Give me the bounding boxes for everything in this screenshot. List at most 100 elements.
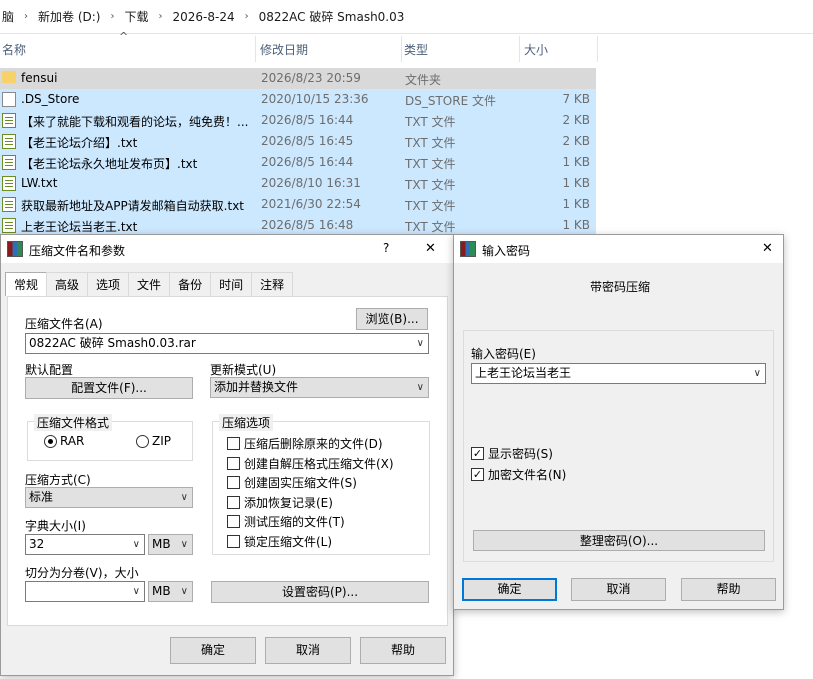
password-cancel-button[interactable]: 取消 xyxy=(571,578,666,601)
file-size: 1 KB xyxy=(562,197,590,211)
file-row[interactable]: fensui 2026/8/23 20:59 文件夹 xyxy=(0,68,596,89)
password-group: 输入密码(E) 上老王论坛当老王 ∨ ✓ 显示密码(S) ✓ 加密文件名(N) … xyxy=(463,330,774,562)
file-list: fensui 2026/8/23 20:59 文件夹 .DS_Store 2020/10… xyxy=(0,68,596,236)
file-row[interactable]: 获取最新地址及APP请发邮箱自动获取.txt 2021/6/30 22:54 TXT… xyxy=(0,194,596,215)
tab-options[interactable]: 选项 xyxy=(87,272,130,296)
password-ok-button[interactable]: 确定 xyxy=(462,578,557,601)
file-row[interactable]: 【来了就能下载和观看的论坛，纯免费！... 2026/8/5 16:44 TXT 文… xyxy=(0,110,596,131)
archive-option-checkbox[interactable]: 创建固实压缩文件(S) xyxy=(227,474,357,491)
file-row[interactable]: 【老王论坛永久地址发布页】.txt 2026/8/5 16:44 TXT 文件 1 K… xyxy=(0,152,596,173)
format-zip-radio[interactable]: ZIP xyxy=(136,434,171,448)
chevron-down-icon: ∨ xyxy=(753,368,761,379)
dictionary-size-label: 字典大小(I) xyxy=(25,519,86,533)
password-help-button[interactable]: 帮助 xyxy=(681,578,776,601)
column-header-date[interactable]: 修改日期 xyxy=(258,36,402,62)
file-row[interactable]: LW.txt 2026/8/10 16:31 TXT 文件 1 KB xyxy=(0,173,596,194)
archive-name-value: 0822AC 破碎 Smash0.03.rar xyxy=(29,336,196,350)
tab-advanced[interactable]: 高级 xyxy=(46,272,89,296)
dictionary-unit-value: MB xyxy=(152,537,171,551)
compression-method-select[interactable]: 标准 ∨ xyxy=(25,487,193,508)
file-type: TXT 文件 xyxy=(405,136,456,150)
file-row[interactable]: .DS_Store 2020/10/15 23:36 DS_STORE 文件 7 KB xyxy=(0,89,596,110)
close-icon[interactable]: ✕ xyxy=(762,241,773,256)
radio-unselected-icon xyxy=(136,434,149,448)
tab-files[interactable]: 文件 xyxy=(128,272,171,296)
file-date: 2026/8/5 16:45 xyxy=(261,134,354,148)
format-rar-radio[interactable]: RAR xyxy=(44,434,84,448)
archive-option-checkbox[interactable]: 添加恢复记录(E) xyxy=(227,494,333,511)
breadcrumb-item[interactable]: 新加卷 (D:) xyxy=(36,8,102,25)
dictionary-unit-select[interactable]: MB ∨ xyxy=(148,534,193,555)
checkbox-unchecked-icon xyxy=(227,535,240,548)
dictionary-size-value: 32 xyxy=(29,537,45,551)
dictionary-size-select[interactable]: 32 ∨ xyxy=(25,534,145,555)
password-input[interactable]: 上老王论坛当老王 ∨ xyxy=(471,363,766,384)
tab-comment[interactable]: 注释 xyxy=(251,272,294,296)
profiles-button[interactable]: 配置文件(F)... xyxy=(25,377,193,399)
checkbox-unchecked-icon xyxy=(227,495,240,509)
file-row[interactable]: 上老王论坛当老王.txt 2026/8/5 16:48 TXT 文件 1 KB xyxy=(0,215,596,236)
split-unit-select[interactable]: MB ∨ xyxy=(148,581,193,602)
breadcrumb-item[interactable]: 脑 xyxy=(0,8,16,25)
text-file-icon xyxy=(2,113,16,128)
text-file-icon xyxy=(2,218,16,233)
file-type: TXT 文件 xyxy=(405,157,456,171)
archive-option-checkbox[interactable]: 压缩后删除原来的文件(D) xyxy=(227,435,383,452)
winrar-icon xyxy=(7,241,23,257)
cancel-button[interactable]: 取消 xyxy=(265,637,351,664)
password-heading: 带密码压缩 xyxy=(590,280,651,294)
split-volume-input[interactable]: ∨ xyxy=(25,581,145,602)
archive-name-label: 压缩文件名(A) xyxy=(25,317,103,331)
text-file-icon xyxy=(2,134,16,149)
update-mode-select[interactable]: 添加并替换文件 ∨ xyxy=(210,377,429,398)
file-date: 2026/8/23 20:59 xyxy=(261,71,361,85)
set-password-button[interactable]: 设置密码(P)... xyxy=(211,581,429,603)
tab-backup[interactable]: 备份 xyxy=(169,272,212,296)
column-header-type[interactable]: 类型 xyxy=(402,36,520,62)
show-password-checkbox[interactable]: ✓ 显示密码(S) xyxy=(471,445,553,462)
archive-option-checkbox[interactable]: 锁定压缩文件(L) xyxy=(227,533,332,550)
ok-button[interactable]: 确定 xyxy=(170,637,256,664)
method-label: 压缩方式(C) xyxy=(25,473,91,487)
dialog-titlebar: 输入密码 ✕ xyxy=(454,235,783,263)
help-icon[interactable]: ? xyxy=(383,241,389,255)
browse-button[interactable]: 浏览(B)... xyxy=(356,308,428,330)
file-name: fensui xyxy=(21,71,58,85)
file-type: TXT 文件 xyxy=(405,220,456,234)
archive-option-checkbox[interactable]: 创建自解压格式压缩文件(X) xyxy=(227,455,394,472)
encrypt-filenames-checkbox[interactable]: ✓ 加密文件名(N) xyxy=(471,466,566,483)
tab-time[interactable]: 时间 xyxy=(210,272,253,296)
organize-passwords-button[interactable]: 整理密码(O)... xyxy=(473,530,765,551)
archive-option-checkbox[interactable]: 测试压缩的文件(T) xyxy=(227,513,345,530)
file-type: 文件夹 xyxy=(405,73,442,87)
archive-option-label: 锁定压缩文件(L) xyxy=(244,535,333,549)
archive-option-label: 创建固实压缩文件(S) xyxy=(244,476,357,491)
file-name: 获取最新地址及APP请发邮箱自动获取.txt xyxy=(21,199,245,213)
breadcrumb-item[interactable]: 2026-8-24 xyxy=(171,10,237,24)
dialog-title: 压缩文件名和参数 xyxy=(29,244,126,258)
tab-general[interactable]: 常规 xyxy=(5,272,48,296)
checkbox-unchecked-icon xyxy=(227,476,240,490)
file-type: TXT 文件 xyxy=(405,199,456,213)
chevron-right-icon: › xyxy=(158,11,163,22)
password-dialog: 输入密码 ✕ 带密码压缩 输入密码(E) 上老王论坛当老王 ∨ ✓ 显示密码(S… xyxy=(453,234,784,610)
archive-name-input[interactable]: 0822AC 破碎 Smash0.03.rar ∨ xyxy=(25,333,429,354)
chevron-right-icon: › xyxy=(244,11,249,22)
column-header-size[interactable]: 大小 xyxy=(522,36,598,62)
file-row[interactable]: 【老王论坛介绍】.txt 2026/8/5 16:45 TXT 文件 2 KB xyxy=(0,131,596,152)
chevron-right-icon: › xyxy=(24,11,29,22)
file-name: 【老王论坛介绍】.txt xyxy=(21,136,138,150)
breadcrumb-item[interactable]: 0822AC 破碎 Smash0.03 xyxy=(257,8,407,25)
archive-format-title: 压缩文件格式 xyxy=(34,414,113,431)
file-date: 2026/8/5 16:44 xyxy=(261,155,354,169)
file-size: 7 KB xyxy=(562,92,590,106)
update-mode-label: 更新模式(U) xyxy=(210,363,277,377)
file-icon xyxy=(2,92,16,107)
breadcrumb-item[interactable]: 下载 xyxy=(122,8,150,25)
chevron-down-icon: ∨ xyxy=(416,338,424,349)
file-type: TXT 文件 xyxy=(405,115,456,129)
help-button[interactable]: 帮助 xyxy=(360,637,446,664)
archive-format-group: 压缩文件格式 RAR ZIP xyxy=(27,414,193,461)
column-header-name[interactable]: 名称 xyxy=(0,36,256,62)
close-icon[interactable]: ✕ xyxy=(425,241,436,256)
